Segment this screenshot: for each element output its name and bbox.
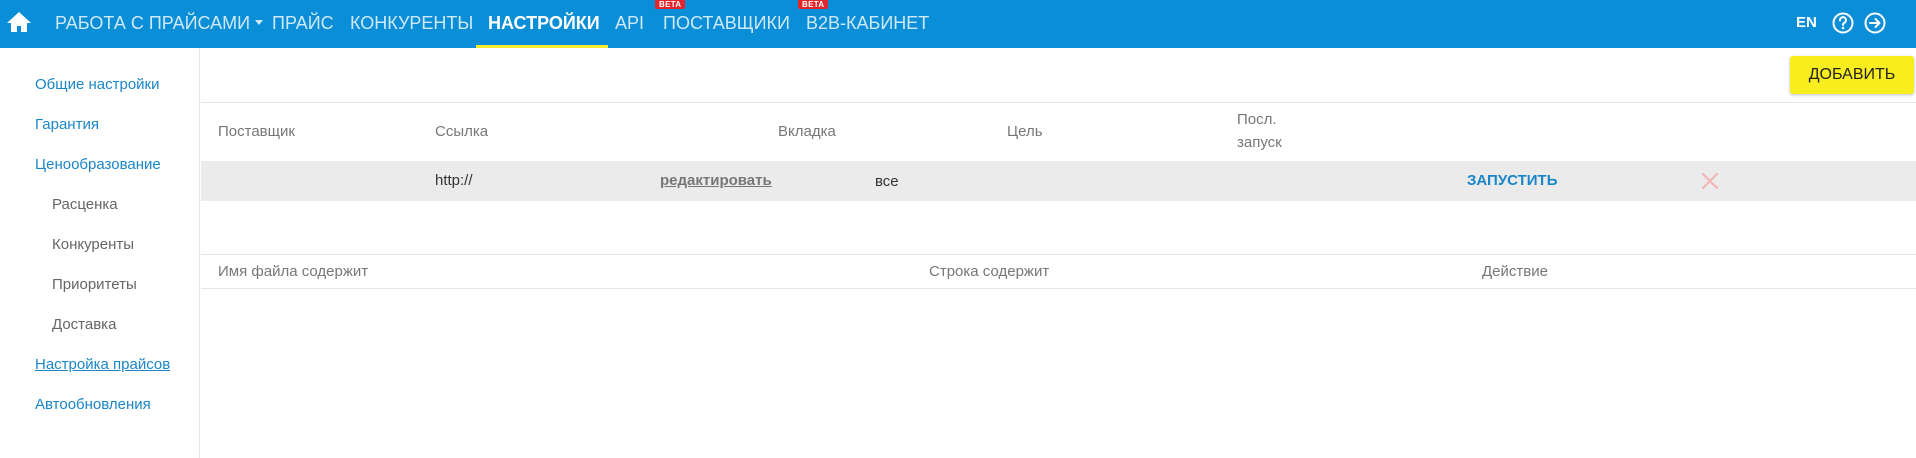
nav-item-competitors[interactable]: КОНКУРЕНТЫ bbox=[350, 0, 473, 48]
divider bbox=[201, 288, 1916, 289]
nav-item-price[interactable]: ПРАЙС bbox=[272, 0, 334, 48]
edit-link[interactable]: редактировать bbox=[660, 172, 772, 189]
row-link: http:// bbox=[435, 172, 473, 189]
column-header-supplier: Поставщик bbox=[218, 123, 295, 140]
sidebar-item-warranty[interactable]: Гарантия bbox=[35, 116, 99, 133]
sidebar-item-priorities[interactable]: Приоритеты bbox=[52, 276, 137, 293]
sidebar-item-price-settings[interactable]: Настройка прайсов bbox=[35, 356, 170, 373]
column-header-last-run-line2: запуск bbox=[1237, 134, 1282, 151]
logout-icon[interactable] bbox=[1864, 12, 1886, 34]
nav-item-suppliers[interactable]: ПОСТАВЩИКИ bbox=[663, 0, 790, 48]
sidebar-item-pricing[interactable]: Ценообразование bbox=[35, 156, 161, 173]
main-content: ДОБАВИТЬ Поставщик Ссылка Вкладка Цель П… bbox=[201, 48, 1916, 458]
nav-item-label: ПРАЙС bbox=[272, 13, 334, 33]
delete-icon[interactable] bbox=[1700, 171, 1720, 191]
column-header-tab: Вкладка bbox=[778, 123, 836, 140]
sidebar-item-auto-updates[interactable]: Автообновления bbox=[35, 396, 151, 413]
nav-item-settings[interactable]: НАСТРОЙКИ bbox=[476, 0, 608, 48]
column-header-target: Цель bbox=[1007, 123, 1043, 140]
run-button[interactable]: ЗАПУСТИТЬ bbox=[1467, 172, 1558, 189]
nav-item-api[interactable]: API bbox=[615, 0, 644, 48]
add-button[interactable]: ДОБАВИТЬ bbox=[1790, 56, 1914, 94]
nav-item-label: КОНКУРЕНТЫ bbox=[350, 13, 474, 33]
nav-item-label: РАБОТА С ПРАЙСАМИ bbox=[55, 13, 251, 33]
settings-sidebar: Общие настройки Гарантия Ценообразование… bbox=[0, 48, 200, 458]
language-switch[interactable]: EN bbox=[1796, 14, 1817, 31]
nav-item-label: НАСТРОЙКИ bbox=[488, 13, 600, 33]
divider bbox=[201, 102, 1916, 103]
column-header-last-run: Посл. bbox=[1237, 111, 1277, 128]
column-header-filename-contains: Имя файла содержит bbox=[218, 263, 369, 280]
column-header-action: Действие bbox=[1482, 263, 1548, 280]
sidebar-item-competitors[interactable]: Конкуренты bbox=[52, 236, 134, 253]
divider bbox=[201, 254, 1916, 255]
column-header-link: Ссылка bbox=[435, 123, 489, 140]
nav-item-label: ПОСТАВЩИКИ bbox=[663, 13, 790, 33]
nav-item-label: API bbox=[615, 13, 645, 33]
help-icon[interactable] bbox=[1832, 12, 1854, 34]
chevron-down-icon bbox=[255, 19, 264, 25]
top-nav-bar: РАБОТА С ПРАЙСАМИ ПРАЙС КОНКУРЕНТЫ НАСТР… bbox=[0, 0, 1916, 48]
column-header-line-contains: Строка содержит bbox=[929, 263, 1050, 280]
nav-item-price-work[interactable]: РАБОТА С ПРАЙСАМИ bbox=[55, 0, 264, 48]
sidebar-item-delivery[interactable]: Доставка bbox=[52, 316, 116, 333]
home-icon[interactable] bbox=[6, 10, 32, 34]
nav-item-label: B2B-КАБИНЕТ bbox=[806, 13, 930, 33]
nav-item-b2b-cabinet[interactable]: B2B-КАБИНЕТ bbox=[806, 0, 929, 48]
sidebar-item-rates[interactable]: Расценка bbox=[52, 196, 118, 213]
row-tab: все bbox=[875, 173, 899, 190]
sidebar-item-general-settings[interactable]: Общие настройки bbox=[35, 76, 160, 93]
